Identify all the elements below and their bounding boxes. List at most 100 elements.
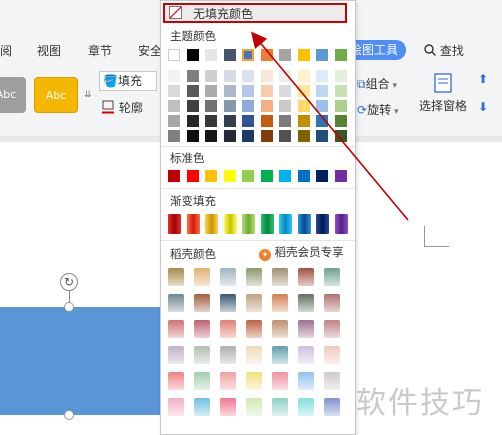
theme-color-swatch[interactable] [168, 49, 180, 61]
theme-shade-swatch[interactable] [168, 85, 180, 97]
theme-shade-swatch[interactable] [187, 85, 199, 97]
daoke-texture-swatch[interactable] [298, 398, 314, 416]
standard-color-swatch[interactable] [168, 170, 180, 182]
gradient-swatch[interactable] [261, 214, 274, 234]
theme-shade-swatch[interactable] [298, 100, 310, 112]
theme-color-swatch[interactable] [187, 49, 199, 61]
shape-style-gray[interactable]: Abc [0, 77, 26, 113]
theme-shade-swatch[interactable] [261, 70, 273, 82]
theme-shade-swatch[interactable] [168, 130, 180, 142]
theme-shade-swatch[interactable] [224, 70, 236, 82]
theme-shade-swatch[interactable] [168, 115, 180, 127]
daoke-texture-swatch[interactable] [272, 398, 288, 416]
gradient-swatch[interactable] [224, 214, 237, 234]
daoke-texture-swatch[interactable] [246, 372, 262, 390]
daoke-texture-swatch[interactable] [194, 398, 210, 416]
daoke-texture-swatch[interactable] [194, 294, 210, 312]
theme-shade-swatch[interactable] [261, 85, 273, 97]
theme-shade-swatch[interactable] [224, 115, 236, 127]
theme-shade-swatch[interactable] [316, 130, 328, 142]
daoke-texture-swatch[interactable] [246, 268, 262, 286]
tab-view[interactable]: 视图 [37, 42, 61, 59]
theme-color-swatch[interactable] [205, 49, 217, 61]
gradient-swatch[interactable] [279, 214, 292, 234]
standard-color-swatch[interactable] [261, 170, 273, 182]
theme-shade-swatch[interactable] [335, 70, 347, 82]
theme-shade-swatch[interactable] [335, 115, 347, 127]
theme-shade-swatch[interactable] [205, 115, 217, 127]
daoke-texture-swatch[interactable] [298, 346, 314, 364]
theme-shade-swatch[interactable] [205, 70, 217, 82]
theme-shade-swatch[interactable] [187, 100, 199, 112]
theme-shade-swatch[interactable] [316, 100, 328, 112]
theme-shade-swatch[interactable] [298, 115, 310, 127]
selected-rectangle-shape[interactable] [0, 307, 171, 415]
theme-shade-swatch[interactable] [279, 115, 291, 127]
theme-shade-swatch[interactable] [242, 85, 254, 97]
theme-shade-swatch[interactable] [205, 85, 217, 97]
daoke-texture-swatch[interactable] [220, 320, 236, 338]
bring-forward-icon[interactable]: ⬆ [478, 72, 488, 86]
fill-button[interactable]: 🪣填充 [99, 71, 157, 91]
more-styles-icon[interactable]: ⇊ [84, 90, 92, 100]
theme-shade-swatch[interactable] [316, 70, 328, 82]
member-exclusive-badge[interactable]: ✦ 稻壳会员专享 [259, 244, 344, 261]
theme-shade-swatch[interactable] [298, 85, 310, 97]
daoke-texture-swatch[interactable] [194, 320, 210, 338]
gradient-swatch[interactable] [205, 214, 218, 234]
daoke-texture-swatch[interactable] [220, 346, 236, 364]
theme-shade-swatch[interactable] [279, 100, 291, 112]
theme-shade-swatch[interactable] [279, 70, 291, 82]
theme-shade-swatch[interactable] [261, 100, 273, 112]
theme-shade-swatch[interactable] [224, 130, 236, 142]
theme-shade-swatch[interactable] [187, 70, 199, 82]
theme-shade-swatch[interactable] [279, 130, 291, 142]
gradient-swatch[interactable] [168, 214, 181, 234]
daoke-texture-swatch[interactable] [298, 320, 314, 338]
daoke-texture-swatch[interactable] [246, 346, 262, 364]
daoke-texture-swatch[interactable] [168, 346, 184, 364]
tab-security[interactable]: 安全 [138, 42, 162, 59]
theme-color-swatch[interactable] [279, 49, 291, 61]
search-button[interactable]: 查找 [424, 42, 464, 59]
theme-color-swatch[interactable] [316, 49, 328, 61]
theme-color-swatch[interactable] [335, 49, 347, 61]
theme-shade-swatch[interactable] [261, 130, 273, 142]
theme-shade-swatch[interactable] [187, 130, 199, 142]
group-button[interactable]: ⧉组合 ▾ [357, 75, 397, 92]
daoke-texture-swatch[interactable] [324, 294, 340, 312]
standard-color-swatch[interactable] [298, 170, 310, 182]
gradient-swatch[interactable] [335, 214, 348, 234]
daoke-texture-swatch[interactable] [168, 398, 184, 416]
daoke-texture-swatch[interactable] [194, 372, 210, 390]
rotate-handle-icon[interactable]: ↻ [60, 273, 78, 291]
daoke-texture-swatch[interactable] [220, 372, 236, 390]
daoke-texture-swatch[interactable] [324, 398, 340, 416]
daoke-texture-swatch[interactable] [298, 372, 314, 390]
daoke-texture-swatch[interactable] [246, 398, 262, 416]
daoke-texture-swatch[interactable] [194, 268, 210, 286]
theme-shade-swatch[interactable] [335, 100, 347, 112]
theme-shade-swatch[interactable] [205, 100, 217, 112]
theme-shade-swatch[interactable] [224, 85, 236, 97]
tab-partial[interactable]: 阅 [0, 42, 12, 59]
theme-color-swatch[interactable] [242, 49, 254, 61]
standard-color-swatch[interactable] [316, 170, 328, 182]
daoke-texture-swatch[interactable] [272, 346, 288, 364]
daoke-texture-swatch[interactable] [298, 294, 314, 312]
theme-shade-swatch[interactable] [242, 130, 254, 142]
theme-shade-swatch[interactable] [205, 130, 217, 142]
standard-color-swatch[interactable] [224, 170, 236, 182]
theme-shade-swatch[interactable] [316, 85, 328, 97]
theme-shade-swatch[interactable] [242, 100, 254, 112]
daoke-texture-swatch[interactable] [324, 268, 340, 286]
gradient-swatch[interactable] [298, 214, 311, 234]
daoke-texture-swatch[interactable] [246, 294, 262, 312]
theme-shade-swatch[interactable] [261, 115, 273, 127]
daoke-texture-swatch[interactable] [168, 372, 184, 390]
standard-color-swatch[interactable] [279, 170, 291, 182]
theme-shade-swatch[interactable] [335, 85, 347, 97]
standard-color-swatch[interactable] [205, 170, 217, 182]
daoke-texture-swatch[interactable] [324, 346, 340, 364]
theme-shade-swatch[interactable] [242, 115, 254, 127]
